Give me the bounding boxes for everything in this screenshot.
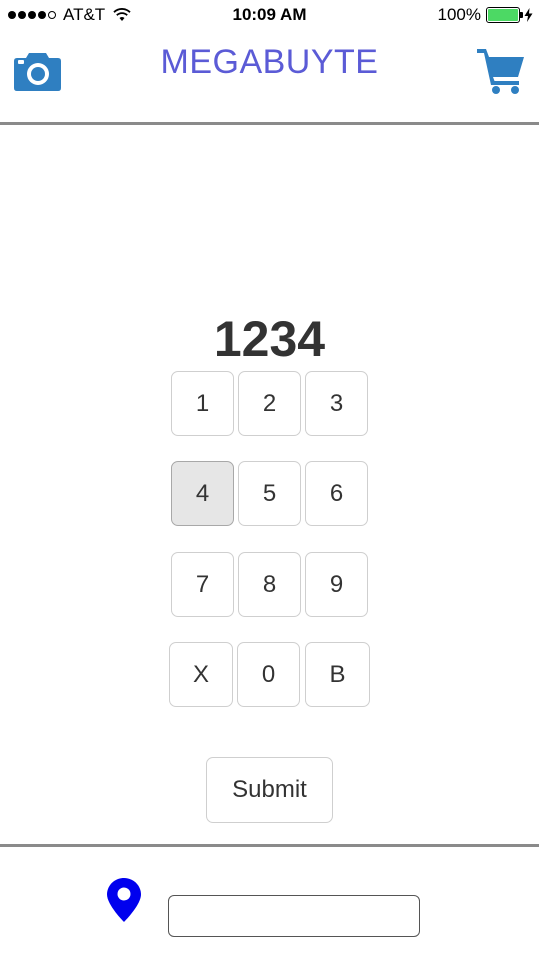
app-screen: AT&T 10:09 AM 100% MEGABUYTE 1234 1 2 3 … bbox=[0, 0, 539, 960]
location-input[interactable] bbox=[168, 895, 420, 937]
key-8[interactable]: 8 bbox=[238, 552, 301, 617]
map-pin-icon[interactable] bbox=[106, 877, 142, 923]
key-1[interactable]: 1 bbox=[171, 371, 234, 436]
key-9[interactable]: 9 bbox=[305, 552, 368, 617]
key-6[interactable]: 6 bbox=[305, 461, 368, 526]
key-5[interactable]: 5 bbox=[238, 461, 301, 526]
key-2[interactable]: 2 bbox=[238, 371, 301, 436]
key-0[interactable]: 0 bbox=[237, 642, 300, 707]
key-3[interactable]: 3 bbox=[305, 371, 368, 436]
footer-divider bbox=[0, 844, 539, 847]
submit-button[interactable]: Submit bbox=[206, 757, 333, 823]
key-backspace[interactable]: B bbox=[305, 642, 370, 707]
key-clear[interactable]: X bbox=[169, 642, 233, 707]
key-4[interactable]: 4 bbox=[171, 461, 234, 526]
key-7[interactable]: 7 bbox=[171, 552, 234, 617]
